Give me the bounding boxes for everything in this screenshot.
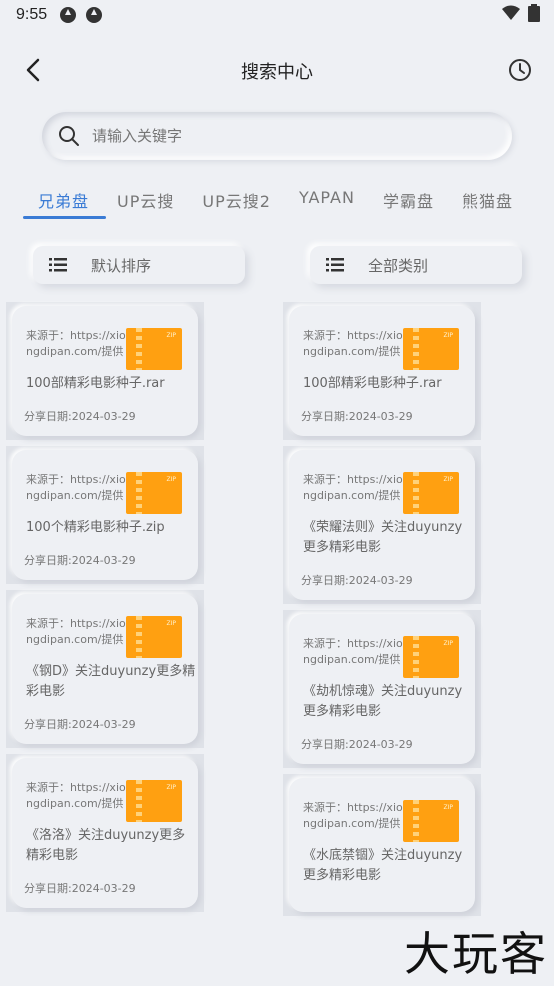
result-card-wrapper: 来源于：https://xiongdipan.com/提供 ZIP 《钢D》关注du… — [6, 590, 204, 748]
card-source: 来源于：https://xiongdipan.com/提供 — [26, 329, 126, 358]
zip-file-icon: ZIP — [126, 472, 182, 514]
list-icon — [326, 258, 344, 272]
result-card-wrapper: 来源于：https://xiongdipan.com/提供 ZIP 100部精彩电影… — [6, 302, 204, 440]
card-source: 来源于：https://xiongdipan.com/提供 — [26, 617, 126, 646]
zip-file-icon: ZIP — [126, 616, 182, 658]
card-date: 分享日期:2024-03-29 — [24, 882, 136, 895]
search-icon — [59, 126, 79, 146]
result-card[interactable]: 来源于：https://xiongdipan.com/提供 ZIP 《劫机惊魂》关注… — [289, 614, 475, 764]
tab-indicator — [23, 216, 106, 219]
zip-file-icon: ZIP — [403, 636, 459, 678]
aperture-icon — [86, 7, 103, 23]
card-source: 来源于：https://xiongdipan.com/提供 — [303, 329, 403, 358]
zip-file-icon: ZIP — [403, 472, 459, 514]
result-card-wrapper: 来源于：https://xiongdipan.com/提供 ZIP 100个精彩电影… — [6, 446, 204, 584]
result-card-wrapper: 来源于：https://xiongdipan.com/提供 ZIP 《洛洛》关注du… — [6, 754, 204, 912]
tab-up-search-2[interactable]: UP云搜2 — [188, 180, 285, 220]
card-date: 分享日期:2024-03-29 — [301, 574, 413, 587]
card-source: 来源于：https://xiongdipan.com/提供 — [303, 473, 403, 502]
card-source: 来源于：https://xiongdipan.com/提供 — [26, 781, 126, 810]
zip-file-icon: ZIP — [403, 800, 459, 842]
header: 搜索中心 — [0, 42, 554, 98]
card-source: 来源于：https://xiongdipan.com/提供 — [303, 801, 403, 830]
result-column-right: 来源于：https://xiongdipan.com/提供 ZIP 100部精彩电影… — [283, 302, 481, 922]
battery-icon — [528, 4, 540, 22]
card-source: 来源于：https://xiongdipan.com/提供 — [26, 473, 126, 502]
card-title: 《钢D》关注duyunzy更多精彩电影 — [26, 664, 196, 699]
card-date: 分享日期:2024-03-29 — [24, 554, 136, 567]
card-title: 《劫机惊魂》关注duyunzy更多精彩电影 — [303, 684, 463, 719]
tab-xiongdipan[interactable]: 兄弟盘 — [0, 180, 103, 220]
tab-yapan[interactable]: YAPAN — [285, 180, 369, 220]
result-column-left: 来源于：https://xiongdipan.com/提供 ZIP 100部精彩电影… — [6, 302, 204, 918]
card-title: 100个精彩电影种子.zip — [26, 520, 165, 535]
card-title: 100部精彩电影种子.rar — [26, 376, 165, 391]
source-tabs: 兄弟盘 UP云搜 UP云搜2 YAPAN 学霸盘 熊猫盘 — [0, 180, 554, 220]
card-title: 100部精彩电影种子.rar — [303, 376, 442, 391]
card-date: 分享日期:2024-03-29 — [301, 738, 413, 751]
result-card-wrapper: 来源于：https://xiongdipan.com/提供 ZIP 《荣耀法则》关注… — [283, 446, 481, 604]
page-title: 搜索中心 — [241, 62, 313, 83]
result-card[interactable]: 来源于：https://xiongdipan.com/提供 ZIP 《钢D》关注du… — [12, 594, 198, 744]
card-date: 分享日期:2024-03-29 — [24, 410, 136, 423]
watermark-logo: 大玩客 — [404, 927, 548, 981]
result-card-wrapper: 来源于：https://xiongdipan.com/提供 ZIP 100部精彩电影… — [283, 302, 481, 440]
list-icon — [49, 258, 67, 272]
status-bar: 9:55 — [0, 0, 554, 30]
result-card[interactable]: 来源于：https://xiongdipan.com/提供 ZIP 《洛洛》关注du… — [12, 758, 198, 908]
category-filter-label: 全部类别 — [368, 256, 429, 275]
result-card[interactable]: 来源于：https://xiongdipan.com/提供 ZIP 《水底禁锢》关注… — [289, 778, 475, 912]
search-box[interactable] — [42, 112, 512, 160]
result-card[interactable]: 来源于：https://xiongdipan.com/提供 ZIP 《荣耀法则》关注… — [289, 450, 475, 600]
result-card-wrapper: 来源于：https://xiongdipan.com/提供 ZIP 《劫机惊魂》关注… — [283, 610, 481, 768]
result-card[interactable]: 来源于：https://xiongdipan.com/提供 ZIP 100部精彩电影… — [289, 306, 475, 436]
sort-order-button[interactable]: 默认排序 — [33, 246, 245, 284]
tab-up-search[interactable]: UP云搜 — [103, 180, 188, 220]
result-card[interactable]: 来源于：https://xiongdipan.com/提供 ZIP 100部精彩电影… — [12, 306, 198, 436]
card-date: 分享日期:2024-03-29 — [24, 718, 136, 731]
card-title: 《荣耀法则》关注duyunzy更多精彩电影 — [303, 520, 463, 555]
card-source: 来源于：https://xiongdipan.com/提供 — [303, 637, 403, 666]
zip-file-icon: ZIP — [126, 780, 182, 822]
category-filter-button[interactable]: 全部类别 — [310, 246, 522, 284]
aperture-icon — [60, 7, 77, 23]
zip-file-icon: ZIP — [403, 328, 459, 370]
card-title: 《水底禁锢》关注duyunzy更多精彩电影 — [303, 848, 463, 883]
card-title: 《洛洛》关注duyunzy更多精彩电影 — [26, 828, 186, 863]
search-input[interactable] — [92, 127, 472, 145]
status-system-icons — [502, 4, 540, 22]
sort-order-label: 默认排序 — [91, 256, 152, 275]
wifi-icon — [502, 5, 520, 20]
zip-file-icon: ZIP — [126, 328, 182, 370]
tab-xuebapan[interactable]: 学霸盘 — [369, 180, 448, 220]
tab-xiongmaopan[interactable]: 熊猫盘 — [448, 180, 527, 220]
card-date: 分享日期:2024-03-29 — [301, 410, 413, 423]
status-time: 9:55 — [16, 6, 48, 23]
history-clock-icon[interactable] — [506, 56, 534, 84]
result-card[interactable]: 来源于：https://xiongdipan.com/提供 ZIP 100个精彩电影… — [12, 450, 198, 580]
status-notification-icons — [59, 6, 103, 24]
result-card-wrapper: 来源于：https://xiongdipan.com/提供 ZIP 《水底禁锢》关注… — [283, 774, 481, 916]
